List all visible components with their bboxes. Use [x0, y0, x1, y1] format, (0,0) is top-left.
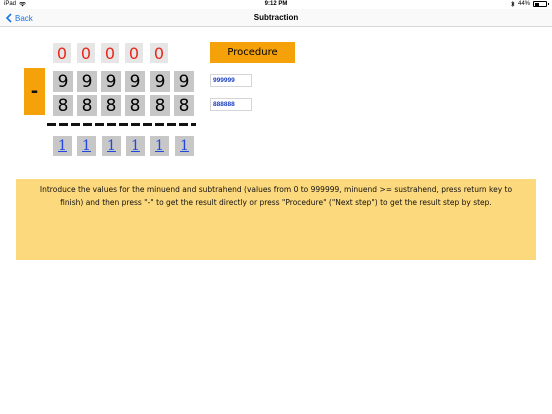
- battery-level: [534, 2, 540, 6]
- subtrahend-digit: 8: [150, 95, 170, 116]
- carry-digit: 0: [77, 43, 95, 63]
- minuend-digit: 9: [125, 71, 145, 92]
- minuend-digit: 9: [77, 71, 97, 92]
- result-separator-line: [47, 123, 196, 126]
- result-digit: 1: [150, 136, 169, 156]
- instructions-panel: Introduce the values for the minuend and…: [16, 179, 536, 260]
- subtrahend-digit: 8: [53, 95, 73, 116]
- result-digit: 1: [77, 136, 96, 156]
- bluetooth-icon: [511, 1, 515, 7]
- subtrahend-digit: 8: [77, 95, 97, 116]
- subtrahend-input[interactable]: 888888: [210, 98, 252, 111]
- instructions-text: Introduce the values for the minuend and…: [39, 185, 513, 207]
- battery-icon: [533, 1, 549, 7]
- minuend-digit: 9: [174, 71, 194, 92]
- carry-digit: 0: [101, 43, 119, 63]
- result-digit: 1: [53, 136, 72, 156]
- subtrahend-digit: 8: [174, 95, 194, 116]
- navigation-bar: Back Subtraction: [0, 9, 552, 27]
- minuend-digit: 9: [150, 71, 170, 92]
- status-bar: iPad 9:12 PM 44%: [0, 0, 552, 9]
- subtrahend-digit: 8: [101, 95, 121, 116]
- carry-digit: 0: [125, 43, 143, 63]
- minuend-input[interactable]: 999999: [210, 74, 252, 87]
- carry-digit: 0: [53, 43, 71, 63]
- status-time: 9:12 PM: [264, 1, 288, 7]
- procedure-button[interactable]: Procedure: [210, 42, 295, 63]
- subtract-button[interactable]: -: [24, 68, 45, 115]
- result-digit: 1: [102, 136, 121, 156]
- carry-digit: 0: [150, 43, 168, 63]
- battery-percent: 44%: [517, 1, 530, 7]
- minuend-digit: 9: [101, 71, 121, 92]
- subtrahend-digit: 8: [125, 95, 145, 116]
- result-digit: 1: [126, 136, 145, 156]
- page-title: Subtraction: [253, 13, 299, 22]
- minuend-digit: 9: [53, 71, 73, 92]
- result-digit: 1: [175, 136, 194, 156]
